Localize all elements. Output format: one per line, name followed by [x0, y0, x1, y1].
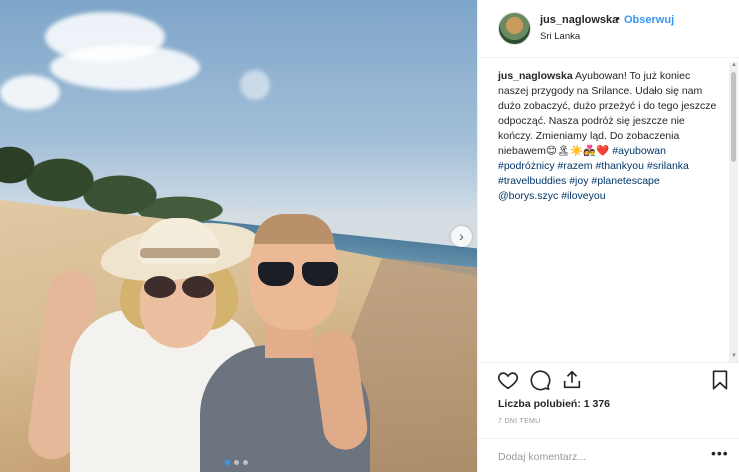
carousel-dot	[234, 460, 239, 465]
hashtag-link[interactable]: #ayubowan	[612, 145, 666, 157]
sun-hat-band	[140, 248, 220, 258]
post-header: jus_naglowska • Obserwuj Sri Lanka	[478, 0, 739, 58]
carousel-dot	[225, 460, 230, 465]
comment-input[interactable]	[498, 449, 698, 465]
comment-icon[interactable]	[529, 369, 551, 391]
man-sunglasses	[258, 262, 340, 288]
action-bar	[478, 362, 739, 396]
cloud	[240, 70, 270, 100]
likes-count[interactable]: Liczba polubień: 1 376	[498, 398, 610, 410]
follow-button[interactable]: Obserwuj	[624, 14, 674, 26]
cloud	[50, 45, 200, 90]
cloud	[0, 75, 60, 110]
more-options-icon[interactable]: •••	[711, 445, 729, 461]
scroll-up-arrow-icon[interactable]: ▲	[731, 62, 737, 68]
heart-icon[interactable]	[497, 369, 519, 391]
username-link[interactable]: jus_naglowska	[540, 14, 618, 26]
post-timestamp[interactable]: 7 DNI TEMU	[498, 418, 541, 425]
caption-text: Ayubowan! To już koniec naszej przygody …	[498, 70, 717, 157]
caption-username[interactable]: jus_naglowska	[498, 70, 573, 82]
hashtag-link[interactable]: #razem	[558, 160, 593, 172]
caption-scrollbar[interactable]: ▲ ▼	[729, 62, 738, 362]
comment-bar: •••	[478, 438, 739, 472]
share-icon[interactable]	[561, 369, 583, 391]
post-caption: jus_naglowska Ayubowan! To już koniec na…	[498, 69, 720, 204]
scroll-down-arrow-icon[interactable]: ▼	[731, 353, 737, 359]
hashtag-link[interactable]: #iloveyou	[561, 190, 605, 202]
bookmark-icon[interactable]	[709, 369, 731, 391]
hashtag-link[interactable]: #thankyou	[595, 160, 643, 172]
hashtag-link[interactable]: #srilanka	[647, 160, 689, 172]
carousel-dot	[243, 460, 248, 465]
post-photo[interactable]: ›	[0, 0, 477, 472]
avatar[interactable]	[498, 12, 531, 45]
location-link[interactable]: Sri Lanka	[540, 31, 580, 42]
chevron-right-icon: ›	[459, 228, 464, 244]
hashtag-link[interactable]: #podróżnicy	[498, 160, 555, 172]
woman-sunglasses	[144, 276, 216, 298]
mention-link[interactable]: @borys.szyc	[498, 190, 558, 202]
hashtag-link[interactable]: #joy	[569, 175, 588, 187]
separator-dot: •	[616, 13, 620, 25]
man-hair	[254, 214, 334, 244]
carousel-dots	[225, 460, 248, 465]
post-side-panel: jus_naglowska • Obserwuj Sri Lanka jus_n…	[477, 0, 739, 472]
hashtag-link[interactable]: #planetescape	[591, 175, 659, 187]
scrollbar-thumb[interactable]	[731, 72, 736, 162]
next-slide-button[interactable]: ›	[451, 226, 472, 247]
hashtag-link[interactable]: #travelbuddies	[498, 175, 566, 187]
